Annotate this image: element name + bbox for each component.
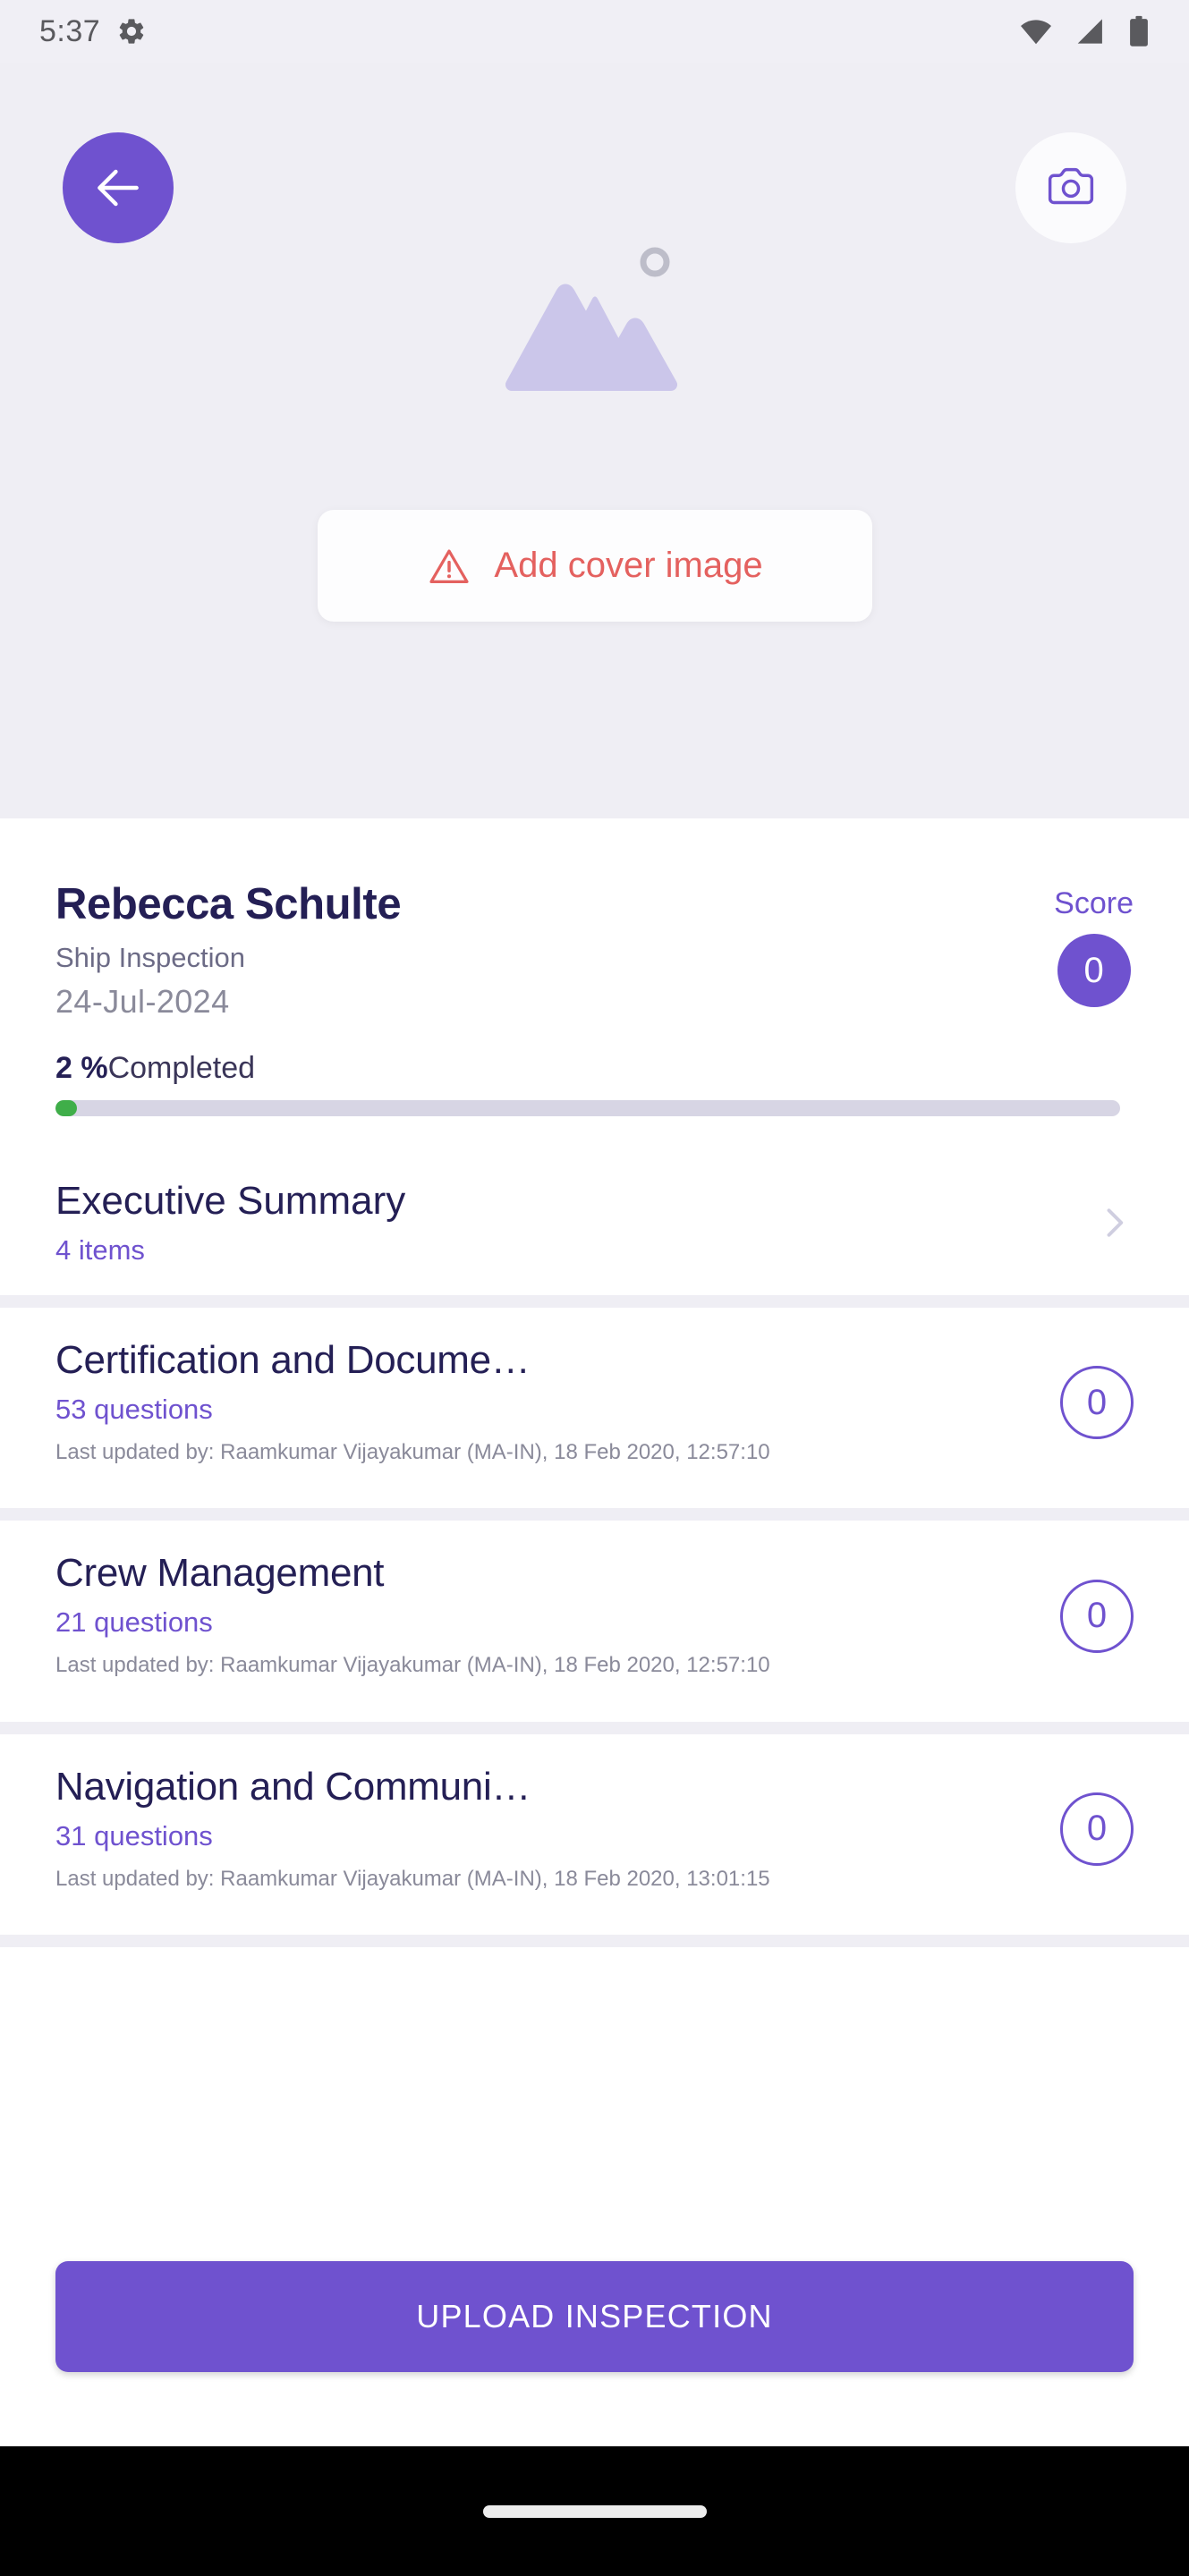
inspection-panel: Rebecca Schulte Ship Inspection 24-Jul-2… (0, 818, 1189, 1948)
progress-suffix: Completed (107, 1051, 256, 1085)
section-text: Crew Management 21 questions Last update… (55, 1551, 770, 1680)
home-indicator[interactable] (482, 2504, 707, 2518)
inspection-type: Ship Inspection (55, 942, 245, 973)
section-score-badge: 0 (1060, 1792, 1134, 1866)
executive-summary-text: Executive Summary 4 items (55, 1179, 405, 1267)
section-text: Certification and Docume… 53 questions L… (55, 1338, 770, 1467)
inspection-identity: Rebecca Schulte Ship Inspection 24-Jul-2… (55, 879, 402, 1021)
chevron-right-icon (1107, 1208, 1124, 1237)
page-title: Rebecca Schulte (55, 880, 402, 928)
section-meta: Last updated by: Raamkumar Vijayakumar (… (55, 1440, 770, 1464)
divider (0, 1508, 1189, 1521)
section-meta: Last updated by: Raamkumar Vijayakumar (… (55, 1653, 770, 1678)
executive-summary-title: Executive Summary (55, 1179, 406, 1223)
section-title: Navigation and Communi… (55, 1764, 531, 1809)
executive-summary-subtitle: 4 items (55, 1234, 145, 1266)
section-question-count: 21 questions (55, 1606, 213, 1639)
progress-percent: 2 % (55, 1051, 108, 1085)
section-meta: Last updated by: Raamkumar Vijayakumar (… (55, 1866, 770, 1891)
section-question-count: 31 questions (55, 1819, 213, 1852)
warning-triangle-icon (429, 548, 469, 583)
status-bar-clock: 5:37 (39, 13, 101, 48)
camera-icon (1048, 167, 1094, 205)
system-navigation-bar (0, 2446, 1189, 2576)
score-widget: Score 0 (1054, 879, 1134, 1007)
score-badge: 0 (1057, 934, 1131, 1007)
wifi-icon (1021, 20, 1051, 45)
section-question-count: 53 questions (55, 1394, 213, 1425)
section-title: Crew Management (55, 1551, 385, 1596)
cover-placeholder (0, 242, 1189, 398)
cellular-signal-icon (1077, 19, 1102, 44)
upload-inspection-button[interactable]: UPLOAD INSPECTION (55, 2261, 1134, 2372)
progress-bar-track (55, 1100, 1120, 1116)
status-bar-left: 5:37 (39, 14, 147, 49)
divider (0, 1295, 1189, 1308)
divider (0, 1935, 1189, 1948)
inspection-date: 24-Jul-2024 (55, 983, 230, 1020)
progress-section: 2 %Completed (0, 1021, 1189, 1116)
divider (0, 1721, 1189, 1734)
progress-bar-fill (55, 1100, 77, 1116)
cover-image-area: Add cover image (0, 63, 1189, 818)
status-bar: 5:37 (0, 0, 1189, 63)
inspection-header: Rebecca Schulte Ship Inspection 24-Jul-2… (0, 818, 1189, 1021)
arrow-left-icon (98, 169, 139, 207)
add-cover-image-label: Add cover image (494, 546, 763, 585)
section-score-badge: 0 (1060, 1579, 1134, 1653)
score-label: Score (1054, 886, 1134, 920)
section-text: Navigation and Communi… 31 questions Las… (55, 1765, 770, 1894)
battery-icon (1130, 15, 1148, 47)
add-cover-image-button[interactable]: Add cover image (317, 510, 872, 622)
section-row[interactable]: Certification and Docume… 53 questions L… (0, 1308, 1189, 1494)
back-button[interactable] (63, 132, 174, 243)
footer-actions: UPLOAD INSPECTION (0, 2227, 1189, 2406)
progress-label: 2 %Completed (55, 1051, 1134, 1086)
status-bar-right (1017, 15, 1150, 47)
section-score-badge: 0 (1060, 1366, 1134, 1440)
gear-icon (119, 19, 144, 44)
executive-summary-row[interactable]: Executive Summary 4 items (0, 1165, 1189, 1281)
app-screen: 5:37 Add cover image Rebecca Schulte Shi… (0, 0, 1189, 2576)
image-placeholder-icon (505, 247, 677, 391)
section-row[interactable]: Crew Management 21 questions Last update… (0, 1521, 1189, 1707)
section-row[interactable]: Navigation and Communi… 31 questions Las… (0, 1734, 1189, 1920)
camera-button[interactable] (1015, 132, 1126, 243)
section-title: Certification and Docume… (55, 1338, 531, 1382)
